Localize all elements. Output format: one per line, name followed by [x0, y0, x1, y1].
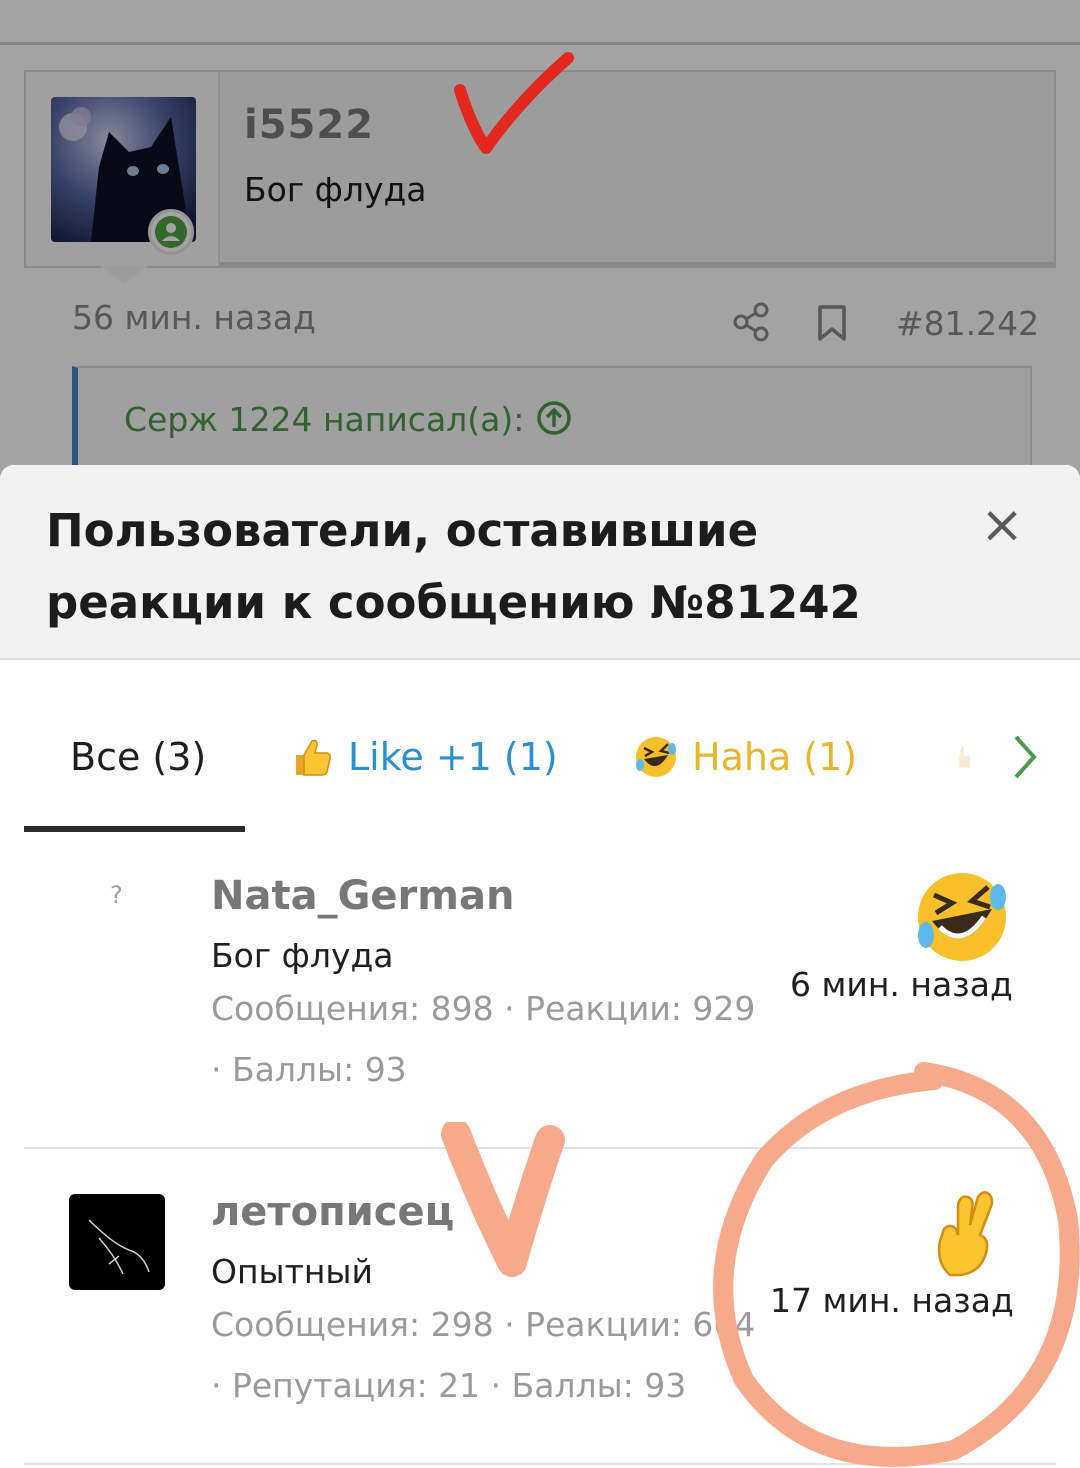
tab-more-partial[interactable]: [952, 735, 978, 779]
tab-all-label: Все (3): [70, 735, 207, 779]
laughing-face-icon: [636, 737, 676, 777]
reaction-username[interactable]: Nata_German: [211, 873, 514, 919]
reaction-user-title: Бог флуда: [211, 936, 394, 975]
hand-icon: [959, 746, 970, 768]
orange-v-annotation: [441, 1122, 565, 1277]
tab-haha-label: Haha (1): [692, 735, 858, 779]
chevron-right-icon[interactable]: [1008, 731, 1042, 783]
hand-sketch-icon: [88, 1219, 150, 1275]
orange-circle-annotation: [713, 1062, 1080, 1467]
dialog-title: Пользователи, оставившие реакции к сообщ…: [46, 504, 861, 629]
active-tab-indicator: [24, 826, 245, 832]
avatar-placeholder[interactable]: ?: [110, 881, 123, 909]
close-button[interactable]: ×: [980, 499, 1024, 551]
tab-haha[interactable]: Haha (1): [634, 735, 857, 779]
laughing-face-icon: [918, 873, 1006, 961]
red-checkmark-annotation: [454, 52, 574, 154]
tab-all[interactable]: Все (3): [70, 735, 206, 779]
user-avatar[interactable]: [69, 1194, 165, 1290]
dialog-header: Пользователи, оставившие реакции к сообщ…: [0, 465, 1080, 660]
reaction-tabs: Все (3) Like +1 (1) Haha (1): [0, 705, 1080, 833]
tab-like-label: Like +1 (1): [348, 735, 558, 779]
reaction-user-stats: Сообщения: 898 · Реакции: 929 · Баллы: 9…: [211, 989, 756, 1089]
reaction-username[interactable]: летописец: [211, 1189, 454, 1235]
reaction-time[interactable]: 6 мин. назад: [790, 965, 1013, 1004]
tab-like[interactable]: Like +1 (1): [290, 735, 558, 779]
reaction-user-title: Опытный: [211, 1252, 373, 1291]
thumbs-up-icon: [296, 739, 331, 776]
reaction-user-stats: Сообщения: 298 · Реакции: 664 · Репутаци…: [211, 1305, 756, 1405]
